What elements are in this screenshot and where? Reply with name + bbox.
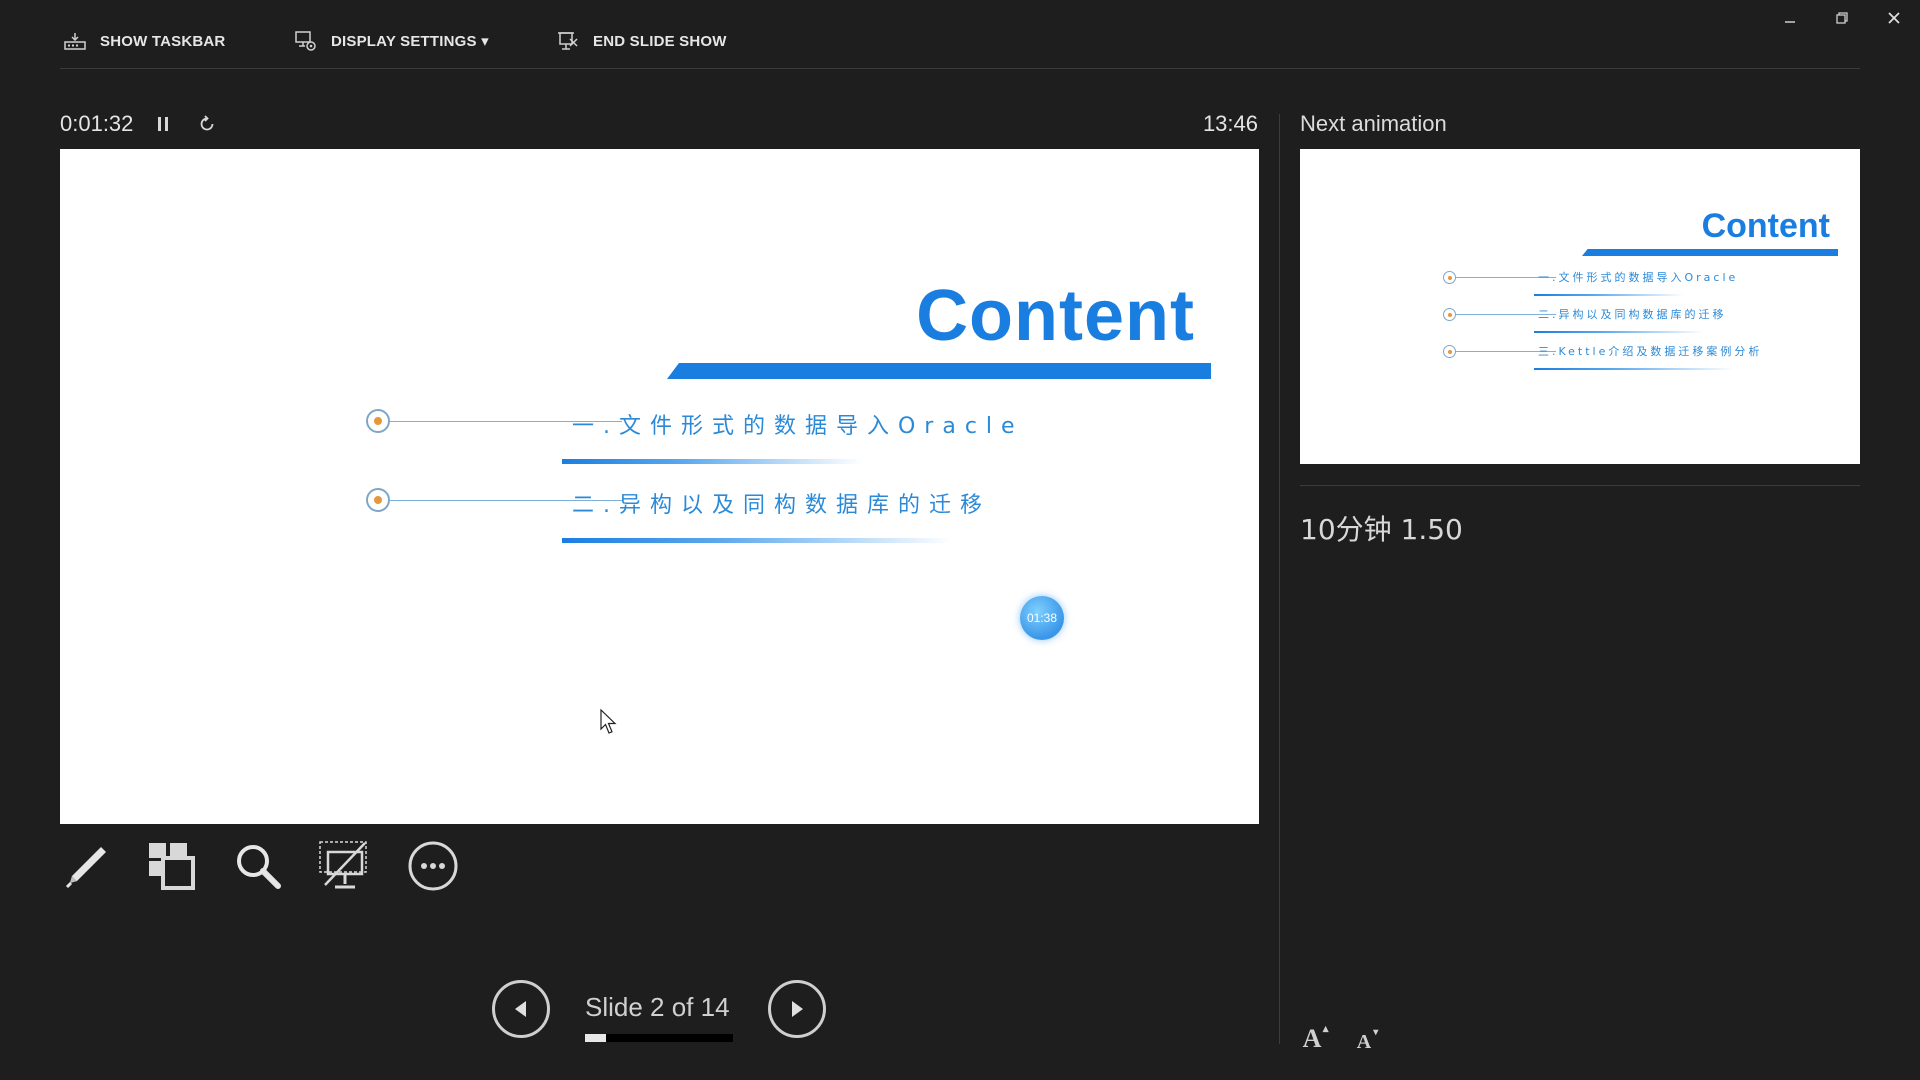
- end-show-icon: [558, 32, 578, 50]
- previous-slide-button[interactable]: [492, 980, 550, 1038]
- more-options-icon: [408, 841, 458, 891]
- black-screen-button[interactable]: [316, 838, 372, 894]
- pane-divider: [1279, 114, 1280, 1044]
- decrease-font-icon: A ▾: [1356, 1027, 1379, 1053]
- display-settings-label: DISPLAY SETTINGS ▾: [331, 33, 489, 50]
- next-slide-title-bar: [1582, 249, 1838, 256]
- item-underline: [562, 538, 952, 543]
- increase-font-icon: A ▴: [1302, 1023, 1329, 1053]
- bullet-marker: [1443, 308, 1456, 321]
- display-settings-button[interactable]: DISPLAY SETTINGS ▾: [295, 26, 489, 56]
- next-slide-title: Content: [1701, 207, 1830, 245]
- slide-title-bar: [667, 363, 1211, 379]
- item-underline: [562, 459, 862, 464]
- increase-font-button[interactable]: A ▴: [1294, 1020, 1330, 1054]
- current-slide[interactable]: Content 一.文件形式的数据导入Oracle 二.异构以及同构数据库的迁移…: [60, 149, 1259, 824]
- next-item-3: 三.Kettle介绍及数据迁移案例分析: [1538, 345, 1763, 358]
- black-screen-icon: [319, 841, 367, 889]
- triangle-left-icon: [515, 1001, 526, 1017]
- slide-timer-badge: 01:38: [1020, 596, 1064, 640]
- show-taskbar-label: SHOW TASKBAR: [100, 32, 226, 50]
- bullet-marker: [1443, 271, 1456, 284]
- item-underline: [1534, 331, 1704, 333]
- elapsed-timer: 0:01:32: [60, 111, 134, 136]
- pause-timer-button[interactable]: [149, 110, 177, 138]
- pen-tool-button[interactable]: [58, 838, 114, 894]
- item-underline: [1534, 368, 1734, 370]
- close-icon: [1888, 12, 1900, 24]
- notes-divider: [1300, 485, 1860, 486]
- slide-title: Content: [916, 276, 1195, 356]
- taskbar-icon: [64, 33, 86, 50]
- pause-icon: [158, 117, 168, 131]
- next-item-2: 二.异构以及同构数据库的迁移: [1538, 308, 1727, 321]
- slide-counter[interactable]: Slide 2 of 14: [585, 992, 730, 1023]
- slide-item-1: 一.文件形式的数据导入Oracle: [572, 414, 1024, 439]
- triangle-right-icon: [792, 1001, 803, 1017]
- decrease-font-button[interactable]: A ▾: [1346, 1020, 1382, 1054]
- restore-icon: [1836, 12, 1848, 24]
- close-button[interactable]: [1874, 4, 1914, 32]
- bullet-marker: [1443, 345, 1456, 358]
- bullet-marker: [366, 488, 390, 512]
- next-item-1: 一.文件形式的数据导入Oracle: [1538, 271, 1739, 284]
- restart-timer-button[interactable]: [193, 110, 221, 138]
- current-time: 13:46: [1202, 111, 1258, 136]
- show-taskbar-button[interactable]: SHOW TASKBAR: [64, 26, 225, 56]
- more-options-button[interactable]: [405, 838, 461, 894]
- slide-progress-bar: [585, 1034, 733, 1042]
- display-settings-icon: [295, 31, 316, 51]
- slide-progress-fill: [585, 1034, 607, 1042]
- minimize-icon: [1785, 21, 1795, 23]
- end-slide-show-button[interactable]: END SLIDE SHOW: [557, 26, 727, 56]
- end-slide-show-label: END SLIDE SHOW: [593, 32, 727, 50]
- zoom-button[interactable]: [230, 838, 286, 894]
- next-slide-preview[interactable]: Content 一.文件形式的数据导入Oracle 二.异构以及同构数据库的迁移…: [1300, 149, 1860, 464]
- next-animation-label: Next animation: [1300, 111, 1447, 136]
- minimize-button[interactable]: [1770, 4, 1810, 32]
- restart-icon: [200, 115, 214, 131]
- next-slide-button[interactable]: [768, 980, 826, 1038]
- speaker-notes: 10分钟 1.50: [1300, 513, 1463, 546]
- restore-button[interactable]: [1822, 4, 1862, 32]
- slide-item-2: 二.异构以及同构数据库的迁移: [572, 493, 991, 518]
- zoom-icon: [237, 845, 281, 889]
- pen-icon: [65, 847, 106, 889]
- see-all-slides-icon: [149, 843, 195, 890]
- toolbar-divider: [60, 68, 1860, 69]
- item-underline: [1534, 294, 1684, 296]
- see-all-slides-button[interactable]: [143, 838, 199, 894]
- bullet-marker: [366, 409, 390, 433]
- mouse-cursor-icon: [600, 709, 617, 734]
